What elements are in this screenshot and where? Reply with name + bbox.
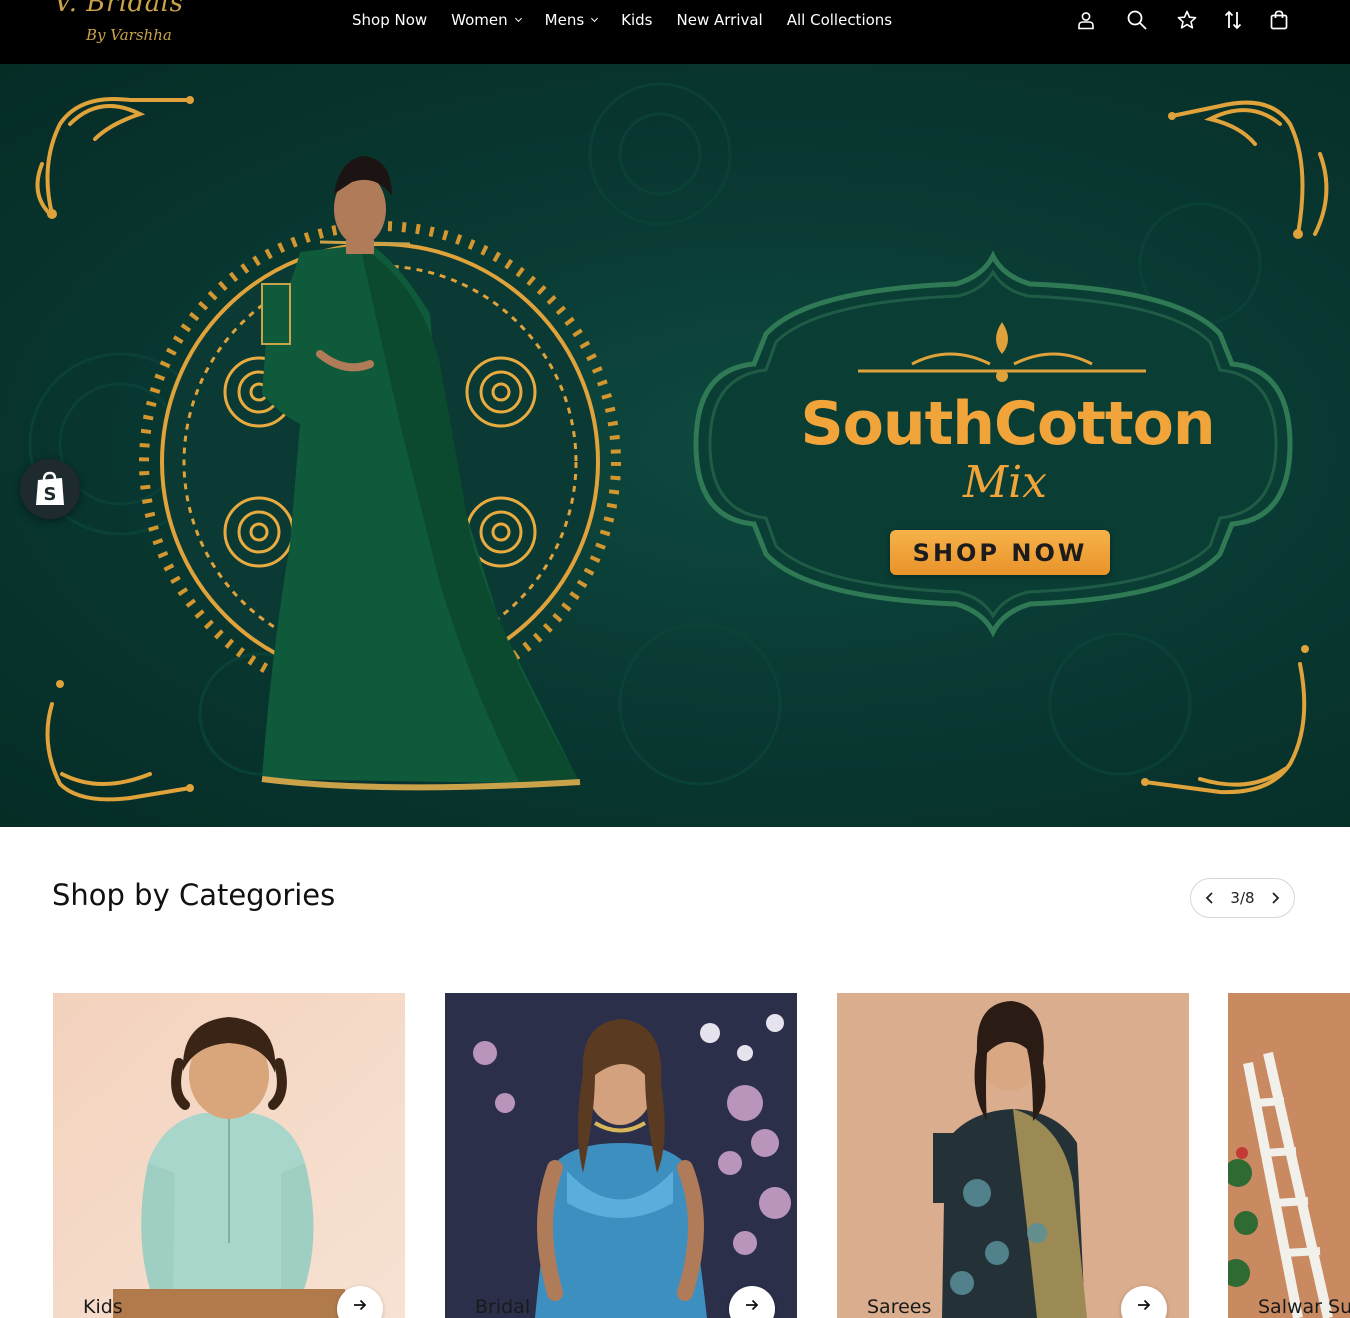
svg-text:S: S	[44, 484, 57, 505]
sarees-category-image	[837, 993, 1189, 1318]
kids-category-image	[53, 993, 405, 1318]
site-header: V. Bridals By Varshha Shop Now Women Men…	[0, 0, 1350, 64]
sort-icon[interactable]	[1221, 8, 1245, 32]
hero-subtitle: Mix	[963, 457, 1047, 508]
chevron-down-icon	[514, 14, 522, 23]
salwar-category-image	[1228, 993, 1350, 1318]
nav-new-arrival[interactable]: New Arrival	[677, 11, 763, 29]
nav-label: Mens	[544, 11, 585, 29]
nav-label: Kids	[621, 11, 653, 29]
nav-kids[interactable]: Kids	[621, 11, 652, 29]
category-card-bridal[interactable]: Bridal	[445, 993, 797, 1318]
card-label: Salwar Su	[1258, 1296, 1350, 1318]
cart-bag-icon[interactable]	[1267, 8, 1291, 32]
nav-shop-now[interactable]: Shop Now	[352, 11, 427, 29]
nav-women[interactable]: Women	[451, 11, 522, 29]
search-icon[interactable]	[1125, 8, 1149, 32]
nav-label: All Collections	[786, 11, 893, 29]
nav-label: Shop Now	[352, 11, 428, 29]
chevron-right-icon[interactable]	[1268, 888, 1282, 908]
category-card-salwar[interactable]: Salwar Su	[1228, 993, 1350, 1318]
category-card-sarees[interactable]: Sarees	[837, 993, 1189, 1318]
chevron-down-icon	[591, 14, 599, 23]
card-label: Kids	[83, 1296, 123, 1318]
nav-label: Women	[451, 11, 508, 29]
hero-shop-now-button[interactable]: SHOP NOW	[890, 530, 1110, 575]
bridal-category-image	[445, 993, 797, 1318]
hero-title: SouthCotton	[800, 389, 1215, 459]
shopify-widget-button[interactable]: S	[20, 459, 80, 519]
logo-line-2: By Varshha	[86, 26, 172, 44]
logo-line-1: V. Bridals	[54, 0, 184, 18]
category-pager: 3/8	[1190, 878, 1295, 918]
hero-banner[interactable]: SouthCotton Mix SHOP NOW	[0, 64, 1350, 827]
header-actions	[1074, 8, 1291, 32]
shopify-bag-icon: S	[36, 471, 64, 505]
nav-mens[interactable]: Mens	[544, 11, 599, 29]
pager-count: 3/8	[1230, 889, 1255, 907]
card-label: Sarees	[867, 1296, 932, 1318]
wishlist-star-icon[interactable]	[1175, 8, 1199, 32]
nav-label: New Arrival	[676, 11, 763, 29]
main-nav: Shop Now Women Mens Kids New Arrival All…	[352, 8, 916, 32]
chevron-left-icon[interactable]	[1203, 888, 1217, 908]
account-icon[interactable]	[1074, 8, 1098, 32]
section-title: Shop by Categories	[52, 878, 336, 912]
nav-all-collections[interactable]: All Collections	[787, 11, 892, 29]
card-label: Bridal	[475, 1296, 531, 1318]
brand-logo[interactable]: V. Bridals By Varshha	[52, 0, 202, 54]
category-card-kids[interactable]: Kids	[53, 993, 405, 1318]
